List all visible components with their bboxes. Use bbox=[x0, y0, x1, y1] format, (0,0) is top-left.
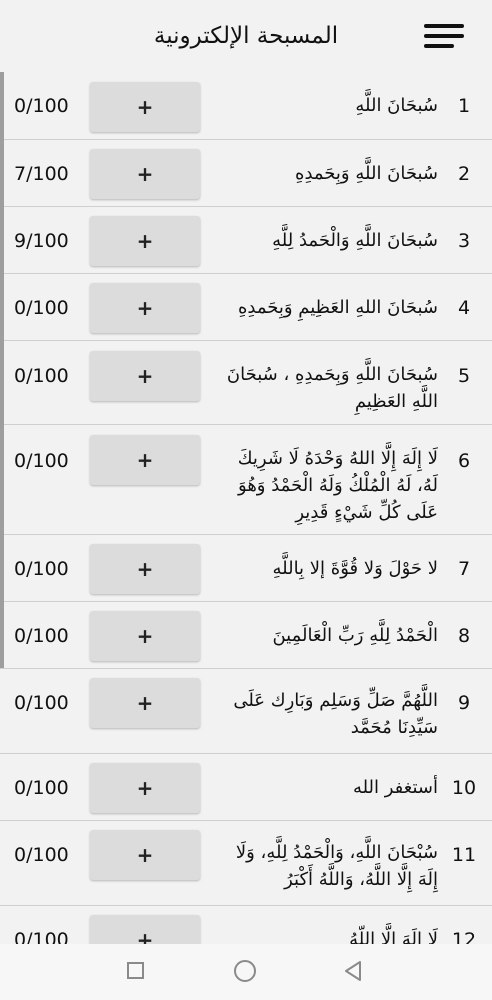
dhikr-text: سُبحَانَ اللَّهِ وَبِحَمدِهِ bbox=[295, 163, 438, 184]
list-item: 0/100 + الْحَمْدُ لِلَّهِ رَبِّ الْعَالَ… bbox=[0, 602, 492, 669]
list-item: 0/100 + أستغفر الله 10 bbox=[0, 754, 492, 821]
list-item: 0/100 + لَا إِلَهَ إِلَّا اللهُ وَحْدَهُ… bbox=[0, 425, 492, 535]
increment-button[interactable]: + bbox=[90, 763, 200, 813]
back-triangle-shape bbox=[345, 961, 361, 981]
dhikr-text: الْحَمْدُ لِلَّهِ رَبِّ الْعَالَمِينَ bbox=[272, 625, 438, 646]
item-number: 8 bbox=[457, 625, 471, 647]
counter-value: 0/100 bbox=[14, 625, 69, 647]
hamburger-menu-icon[interactable] bbox=[420, 22, 466, 52]
menu-bar-bottom bbox=[424, 44, 454, 48]
dhikr-text: أستغفر الله bbox=[352, 777, 438, 798]
item-number: 1 bbox=[457, 95, 471, 117]
counter-value: 0/100 bbox=[14, 777, 69, 799]
list-item: 0/100 + سُبحَانَ اللهِ العَظِيمِ وَبِحَم… bbox=[0, 274, 492, 341]
counter-value: 0/100 bbox=[14, 844, 69, 866]
list-item: 0/100 + سُبحَانَ اللَّهِ 1 bbox=[0, 72, 492, 140]
counter-value: 0/100 bbox=[14, 95, 69, 117]
dhikr-text: سُبحَانَ اللَّهِ bbox=[355, 95, 438, 116]
app-screen: المسبحة الإلكترونية 0/100 + سُبحَانَ الل… bbox=[0, 0, 492, 1000]
counter-value: 0/100 bbox=[14, 297, 69, 319]
counter-value: 0/100 bbox=[14, 450, 69, 472]
dhikr-text: لا حَوْلَ وَلا قُوَّةَ إلا بِاللَّهِ bbox=[272, 558, 438, 579]
list-item: 7/100 + سُبحَانَ اللَّهِ وَبِحَمدِهِ 2 bbox=[0, 140, 492, 207]
dhikr-text: سُبحَانَ اللَّهِ وَبِحَمدِهِ ، سُبحَانَ … bbox=[226, 364, 438, 412]
increment-button[interactable]: + bbox=[90, 216, 200, 266]
item-number: 11 bbox=[451, 844, 477, 866]
item-number: 6 bbox=[457, 450, 471, 472]
item-number: 2 bbox=[457, 163, 471, 185]
list-item: 9/100 + سُبحَانَ اللَّهِ وَالْحَمدُ لِلَ… bbox=[0, 207, 492, 274]
dhikr-text: لَا إِلَهَ إِلَّا اللهُ وَحْدَهُ لَا شَر… bbox=[237, 448, 438, 523]
system-nav-bar bbox=[0, 944, 492, 1000]
increment-button[interactable]: + bbox=[90, 82, 200, 132]
list-item: 0/100 + اللَّهُمَّ صَلِّ وَسَلِم وَبَارِ… bbox=[0, 669, 492, 754]
circle-icon[interactable] bbox=[234, 960, 256, 982]
increment-button[interactable]: + bbox=[90, 149, 200, 199]
item-number: 3 bbox=[457, 230, 471, 252]
counter-value: 0/100 bbox=[14, 558, 69, 580]
increment-button[interactable]: + bbox=[90, 915, 200, 944]
list-item: 0/100 + لَا الَهَ اِلَّا اللّهُ 12 bbox=[0, 906, 492, 944]
item-number: 9 bbox=[457, 692, 471, 714]
dhikr-text: اللَّهُمَّ صَلِّ وَسَلِم وَبَارِك عَلَى … bbox=[233, 690, 438, 738]
increment-button[interactable]: + bbox=[90, 351, 200, 401]
dhikr-text: سُبحَانَ اللَّهِ وَالْحَمدُ لِلَّهِ bbox=[272, 230, 438, 251]
item-number: 4 bbox=[457, 297, 471, 319]
list-item: 0/100 + سُبحَانَ اللَّهِ وَبِحَمدِهِ ، س… bbox=[0, 341, 492, 425]
list-item: 0/100 + لا حَوْلَ وَلا قُوَّةَ إلا بِالل… bbox=[0, 535, 492, 602]
triangle-back-icon[interactable] bbox=[343, 960, 363, 982]
increment-button[interactable]: + bbox=[90, 283, 200, 333]
list-item: 0/100 + سُبْحَانَ اللَّهِ، وَالْحَمْدُ ل… bbox=[0, 821, 492, 906]
increment-button[interactable]: + bbox=[90, 830, 200, 880]
counter-value: 0/100 bbox=[14, 365, 69, 387]
counter-value: 9/100 bbox=[14, 230, 69, 252]
menu-bar-top bbox=[424, 24, 464, 28]
app-bar: المسبحة الإلكترونية bbox=[0, 0, 492, 72]
dhikr-text: لَا الَهَ اِلَّا اللّهُ bbox=[349, 929, 438, 944]
item-number: 5 bbox=[457, 365, 471, 387]
counter-value: 7/100 bbox=[14, 163, 69, 185]
increment-button[interactable]: + bbox=[90, 611, 200, 661]
increment-button[interactable]: + bbox=[90, 544, 200, 594]
square-icon[interactable] bbox=[127, 962, 144, 979]
menu-bar-middle bbox=[424, 34, 464, 38]
item-number: 7 bbox=[457, 558, 471, 580]
page-title: المسبحة الإلكترونية bbox=[153, 23, 339, 49]
scrollbar[interactable] bbox=[0, 72, 4, 668]
dhikr-text: سُبْحَانَ اللَّهِ، وَالْحَمْدُ لِلَّهِ، … bbox=[235, 842, 438, 890]
dhikr-text: سُبحَانَ اللهِ العَظِيمِ وَبِحَمدِهِ bbox=[237, 297, 438, 318]
counter-value: 0/100 bbox=[14, 929, 69, 944]
increment-button[interactable]: + bbox=[90, 678, 200, 728]
increment-button[interactable]: + bbox=[90, 435, 200, 485]
item-number: 12 bbox=[451, 929, 477, 944]
item-number: 10 bbox=[451, 777, 477, 799]
counter-value: 0/100 bbox=[14, 692, 69, 714]
dhikr-list: 0/100 + سُبحَانَ اللَّهِ 1 7/100 + سُبحَ… bbox=[0, 72, 492, 944]
